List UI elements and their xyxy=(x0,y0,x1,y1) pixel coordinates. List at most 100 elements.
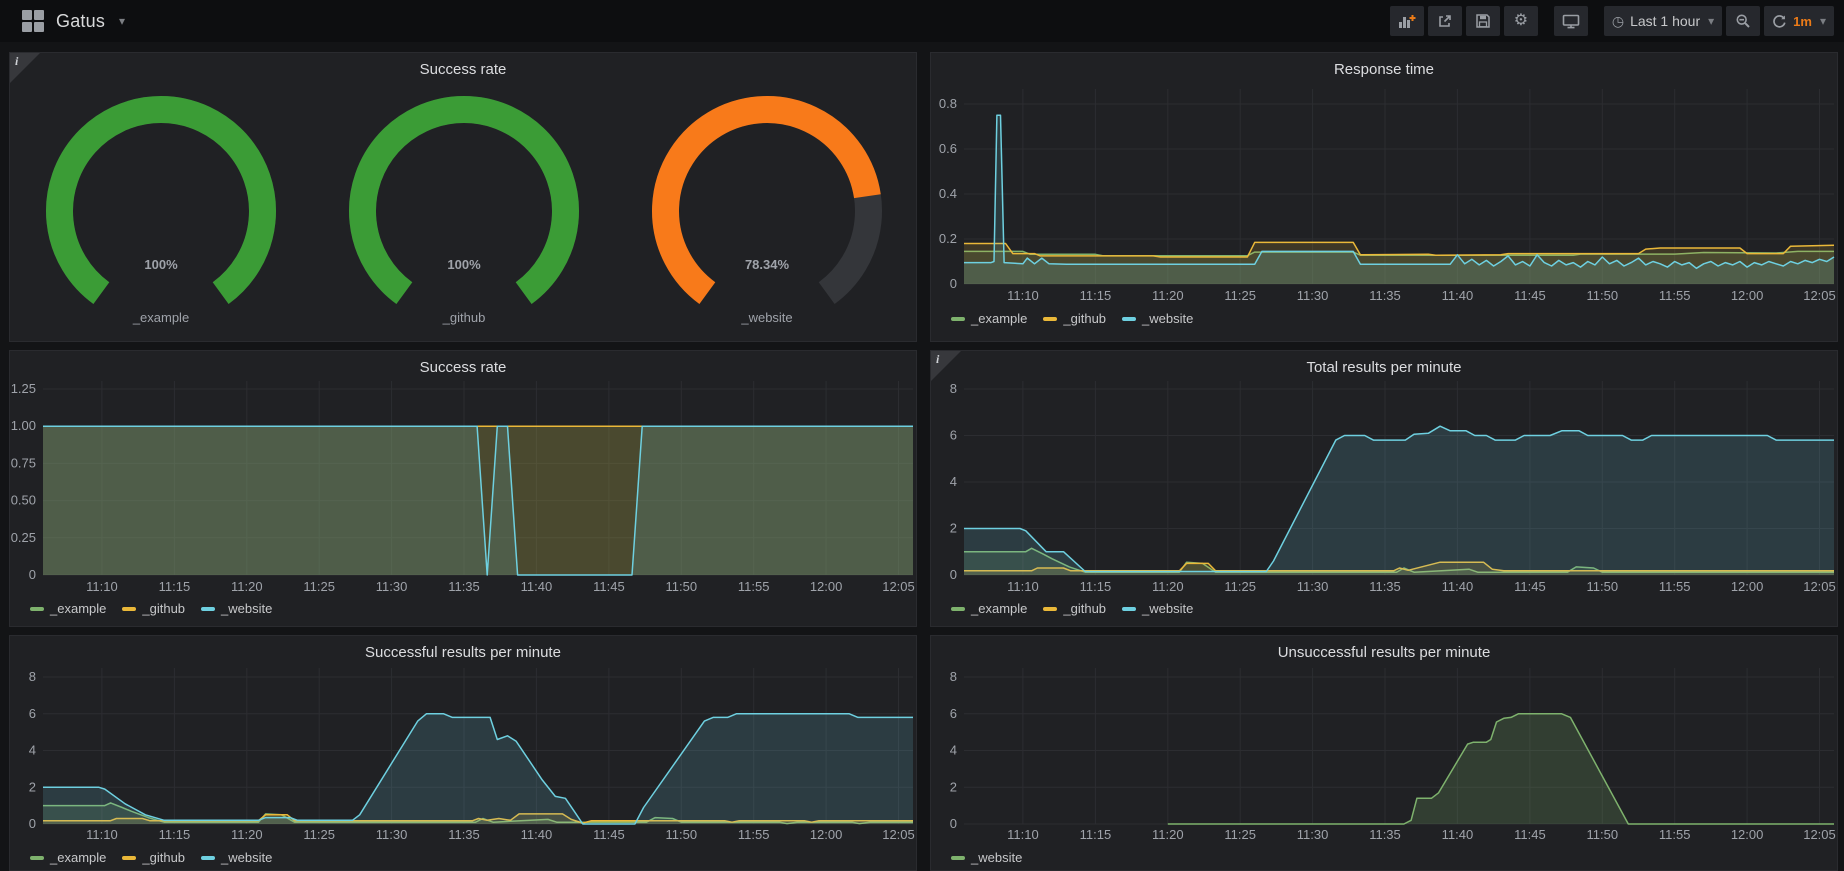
legend-item-_example[interactable]: _example xyxy=(30,850,106,865)
svg-text:11:45: 11:45 xyxy=(593,579,625,594)
gauge-target-label: _github xyxy=(442,310,486,325)
gauge-value: 100% xyxy=(144,257,178,272)
legend-series-name: _example xyxy=(971,311,1027,326)
add-panel-icon xyxy=(1398,13,1416,29)
panel-response-time: Response time 11:1011:1511:2011:2511:301… xyxy=(930,52,1838,342)
svg-text:11:45: 11:45 xyxy=(1514,827,1546,842)
svg-text:6: 6 xyxy=(950,428,957,443)
svg-text:0: 0 xyxy=(29,567,36,582)
legend-item-_github[interactable]: _github xyxy=(1043,601,1106,616)
svg-text:4: 4 xyxy=(950,474,957,489)
grid-lines xyxy=(964,668,1834,824)
svg-text:0.2: 0.2 xyxy=(939,231,957,246)
zoom-out-icon xyxy=(1735,13,1751,29)
x-axis-labels: 11:1011:1511:2011:2511:3011:3511:4011:45… xyxy=(1007,827,1836,842)
svg-text:11:45: 11:45 xyxy=(1514,288,1546,303)
refresh-button[interactable]: 1m ▾ xyxy=(1764,6,1834,36)
svg-text:11:40: 11:40 xyxy=(1442,827,1474,842)
x-axis-labels: 11:1011:1511:2011:2511:3011:3511:4011:45… xyxy=(1007,579,1836,594)
panel-success-rate-gauges: i Success rate 100%_example100%_github78… xyxy=(9,52,917,342)
legend-item-_website[interactable]: _website xyxy=(1122,311,1193,326)
panel-success-rate-timeseries: Success rate 11:1011:1511:2011:2511:3011… xyxy=(9,350,917,627)
legend-item-_github[interactable]: _github xyxy=(1043,311,1106,326)
legend-series-color xyxy=(951,607,965,611)
refresh-icon xyxy=(1772,14,1787,29)
svg-text:11:35: 11:35 xyxy=(1369,288,1401,303)
svg-text:11:25: 11:25 xyxy=(303,827,335,842)
save-button[interactable] xyxy=(1466,6,1500,36)
svg-text:0: 0 xyxy=(29,816,36,831)
svg-text:11:15: 11:15 xyxy=(1080,579,1112,594)
svg-text:0.75: 0.75 xyxy=(11,455,36,470)
svg-text:11:35: 11:35 xyxy=(448,579,480,594)
legend-series-name: _github xyxy=(142,601,185,616)
legend-item-_github[interactable]: _github xyxy=(122,601,185,616)
svg-text:11:30: 11:30 xyxy=(1297,827,1329,842)
svg-text:0.8: 0.8 xyxy=(939,96,957,111)
legend-item-_website[interactable]: _website xyxy=(951,850,1022,865)
series-_website xyxy=(43,714,913,824)
legend-series-color xyxy=(951,317,965,321)
chevron-down-icon: ▾ xyxy=(119,14,125,28)
svg-text:11:20: 11:20 xyxy=(231,827,263,842)
svg-text:12:00: 12:00 xyxy=(810,579,843,594)
legend-item-_github[interactable]: _github xyxy=(122,850,185,865)
svg-text:11:15: 11:15 xyxy=(159,579,191,594)
panel-unsuccessful-results: Unsuccessful results per minute 11:1011:… xyxy=(930,635,1838,871)
legend-item-_example[interactable]: _example xyxy=(951,311,1027,326)
legend-series-name: _example xyxy=(50,850,106,865)
legend-series-color xyxy=(951,856,965,860)
gauge-_website: 78.34%_website xyxy=(666,110,869,325)
legend-item-_website[interactable]: _website xyxy=(201,601,272,616)
svg-text:8: 8 xyxy=(950,381,957,396)
legend-item-_website[interactable]: _website xyxy=(201,850,272,865)
dashboard-picker[interactable]: Gatus ▾ xyxy=(10,10,125,32)
svg-text:8: 8 xyxy=(29,669,36,684)
svg-text:2: 2 xyxy=(950,521,957,536)
svg-text:11:15: 11:15 xyxy=(1080,288,1112,303)
svg-text:11:15: 11:15 xyxy=(159,827,191,842)
tv-mode-button[interactable] xyxy=(1554,6,1588,36)
chart-canvas: 11:1011:1511:2011:2511:3011:3511:4011:45… xyxy=(931,636,1837,870)
legend-series-color xyxy=(1122,317,1136,321)
legend-item-_website[interactable]: _website xyxy=(1122,601,1193,616)
panel-info-corner[interactable]: i xyxy=(931,351,961,381)
svg-text:12:05: 12:05 xyxy=(1803,579,1836,594)
legend-series-color xyxy=(1122,607,1136,611)
legend-item-_example[interactable]: _example xyxy=(951,601,1027,616)
y-axis-labels: 02468 xyxy=(29,669,36,831)
share-button[interactable] xyxy=(1428,6,1462,36)
svg-text:0.25: 0.25 xyxy=(11,530,36,545)
chart-canvas: 11:1011:1511:2011:2511:3011:3511:4011:45… xyxy=(10,636,916,870)
add-panel-button[interactable] xyxy=(1390,6,1424,36)
grafana-dashboard: Gatus ▾ xyxy=(0,0,1844,871)
legend-item-_example[interactable]: _example xyxy=(30,601,106,616)
time-range-picker[interactable]: ◷ Last 1 hour ▾ xyxy=(1604,6,1722,36)
svg-text:11:50: 11:50 xyxy=(1587,579,1619,594)
svg-text:0: 0 xyxy=(950,276,957,291)
refresh-interval-label: 1m xyxy=(1793,14,1812,29)
svg-text:11:20: 11:20 xyxy=(1152,579,1184,594)
legend: _example _github _website xyxy=(30,601,272,616)
svg-text:11:45: 11:45 xyxy=(1514,579,1546,594)
svg-text:12:05: 12:05 xyxy=(1803,288,1836,303)
svg-text:11:30: 11:30 xyxy=(376,579,408,594)
gear-icon: ⚙ xyxy=(1514,13,1528,29)
zoom-out-button[interactable] xyxy=(1726,6,1760,36)
svg-text:0.6: 0.6 xyxy=(939,141,957,156)
panel-total-results: i Total results per minute 11:1011:1511:… xyxy=(930,350,1838,627)
legend-series-name: _github xyxy=(1063,311,1106,326)
info-icon: i xyxy=(15,54,18,69)
svg-text:12:05: 12:05 xyxy=(882,827,915,842)
svg-text:11:40: 11:40 xyxy=(521,827,553,842)
legend-series-color xyxy=(201,856,215,860)
gauge-target-label: _example xyxy=(132,310,189,325)
panel-info-corner[interactable]: i xyxy=(10,53,40,83)
chevron-down-icon: ▾ xyxy=(1820,14,1826,28)
svg-text:11:35: 11:35 xyxy=(1369,827,1401,842)
dashboard-title[interactable]: Gatus xyxy=(56,11,105,32)
settings-button[interactable]: ⚙ xyxy=(1504,6,1538,36)
monitor-icon xyxy=(1562,13,1580,29)
svg-text:11:25: 11:25 xyxy=(1224,579,1256,594)
svg-text:11:50: 11:50 xyxy=(666,579,698,594)
